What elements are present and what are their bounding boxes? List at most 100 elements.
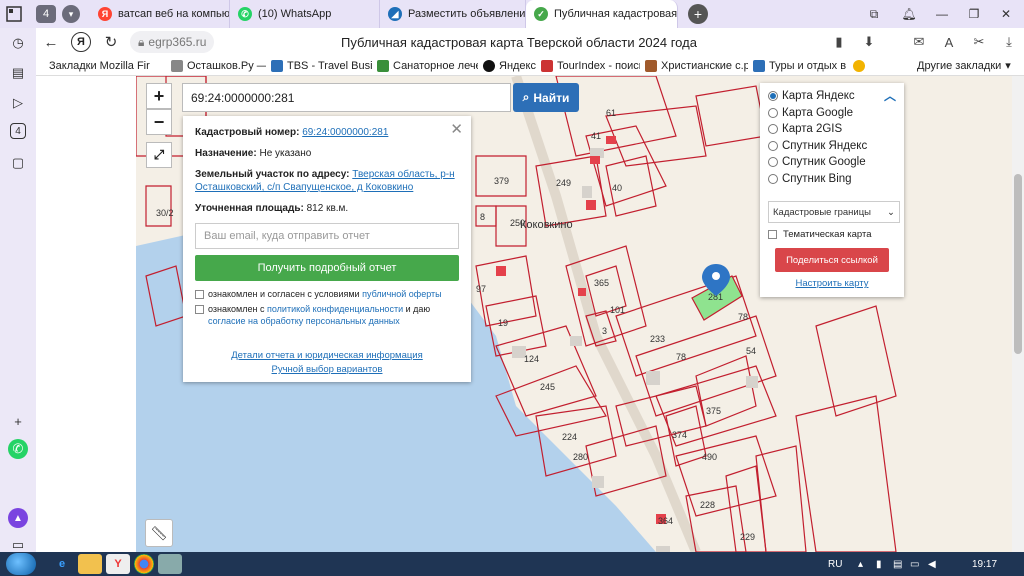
find-button[interactable]: ⌕ Найти (513, 83, 579, 112)
thematic-map-checkbox[interactable]: Тематическая карта (768, 229, 896, 240)
clock[interactable]: 19:17 (972, 552, 997, 576)
collections-icon[interactable]: ⧉ (858, 0, 890, 28)
bookmark-item[interactable]: Туры и отдых в Т (748, 59, 848, 72)
other-bookmarks[interactable]: Другие закладки ▾ (912, 59, 1016, 73)
file-explorer-icon[interactable] (78, 554, 102, 574)
personal-data-link[interactable]: согласие на обработку персональных данны… (208, 316, 400, 326)
tab-yandex-search[interactable]: Я ватсап веб на компьютере (90, 0, 230, 28)
layer-option-bing-satellite[interactable]: Спутник Bing (768, 171, 896, 188)
tabs-count-icon[interactable]: 4 (10, 123, 26, 139)
layer-option-google-satellite[interactable]: Спутник Google (768, 154, 896, 171)
chevron-down-icon[interactable]: ▾ (62, 5, 80, 23)
configure-map-link[interactable]: Настроить карту (768, 278, 896, 289)
download-arrow-icon[interactable]: ⬇ (854, 28, 884, 56)
cadastral-search-input[interactable] (182, 83, 511, 112)
screenshot-icon[interactable]: ✂ (964, 28, 994, 56)
power-icon[interactable]: ▭ (910, 552, 919, 576)
tab-cadastral-map[interactable]: ✓ Публичная кадастровая ✕ (526, 0, 678, 28)
start-button[interactable] (6, 553, 36, 575)
tab-label: Разместить объявление о (408, 8, 526, 20)
share-link-button[interactable]: Поделиться ссылкой (775, 248, 889, 272)
radio[interactable] (768, 107, 778, 118)
bookmark-item[interactable]: TBS - Travel Busin (266, 59, 372, 72)
radio[interactable] (768, 157, 778, 168)
offer-consent-checkbox[interactable]: ознакомлен и согласен с условиями публич… (195, 288, 459, 300)
tab-counter[interactable]: 4 (36, 5, 56, 23)
back-arrow-icon[interactable]: ← (36, 28, 66, 56)
privacy-consent-checkbox[interactable]: ознакомлен с политикой конфиденциальност… (195, 303, 459, 327)
privacy-link[interactable]: политикой конфиденциальности (267, 304, 403, 314)
bell-icon[interactable]: 🔔︎ (893, 0, 925, 28)
alice-icon[interactable]: ▲ (8, 508, 28, 528)
radio[interactable] (768, 140, 778, 151)
zoom-in-button[interactable]: + (146, 83, 172, 109)
cadastral-number-row: Кадастровый номер: 69:24:0000000:281 (195, 127, 389, 138)
sun-icon (853, 59, 865, 72)
app-window-icon[interactable] (158, 554, 182, 574)
layer-option-yandex-map[interactable]: Карта Яндекс (768, 88, 896, 105)
network-icon[interactable]: ▤ (893, 552, 902, 576)
page-scrollbar[interactable] (1012, 76, 1024, 552)
downloads-icon[interactable]: ⤓ (994, 28, 1024, 56)
chrome-icon[interactable] (134, 554, 154, 574)
bookmark-item[interactable]: Осташков.Ру — о (166, 59, 266, 72)
layer-option-google-map[interactable]: Карта Google (768, 105, 896, 122)
reload-icon[interactable]: ↻ (96, 28, 126, 56)
radio[interactable] (768, 91, 778, 102)
ruler-icon[interactable]: 📏︎ (145, 519, 173, 547)
bookmark-icon[interactable]: ▮ (824, 28, 854, 56)
offer-link[interactable]: публичной оферты (362, 289, 442, 299)
bookmark-item[interactable]: Закладки Mozilla Fir (44, 60, 166, 72)
scrollbar-thumb[interactable] (1014, 174, 1022, 354)
bookmark-item[interactable]: Санаторное лечен (372, 59, 478, 72)
avito-icon: ◢ (388, 7, 402, 21)
url-field[interactable]: 🔒︎ egrp365.ru (130, 31, 214, 53)
tab-label: Публичная кадастровая (554, 8, 678, 20)
tab-avito[interactable]: ◢ Разместить объявление о (380, 0, 526, 28)
close-window-icon[interactable]: ✕ (990, 0, 1022, 28)
get-report-button[interactable]: Получить подробный отчет (195, 255, 459, 281)
minimize-icon[interactable]: — (926, 0, 958, 28)
internet-explorer-icon[interactable]: e (50, 554, 74, 574)
bookmark-item[interactable]: Яндекс (478, 59, 536, 72)
zoom-out-button[interactable]: − (146, 109, 172, 135)
close-icon[interactable]: ✕ (450, 120, 463, 138)
checkbox[interactable] (195, 290, 204, 299)
radio[interactable] (768, 124, 778, 135)
volume-icon[interactable]: ◀ (928, 552, 936, 576)
chevron-up-icon[interactable]: ︿ (884, 87, 896, 104)
tray-app-icon[interactable]: ▮ (876, 552, 882, 576)
translate-icon[interactable]: A (934, 28, 964, 56)
radio[interactable] (768, 173, 778, 184)
report-details-link[interactable]: Детали отчета и юридическая информация (195, 349, 459, 363)
add-icon[interactable]: + (8, 411, 28, 431)
collections-icon[interactable]: ▤ (8, 63, 28, 83)
restore-icon[interactable]: ❐ (958, 0, 990, 28)
tab-label: (10) WhatsApp (258, 8, 332, 20)
checkbox[interactable] (768, 230, 777, 239)
bookmark-item[interactable]: TourIndex - поиск (536, 59, 640, 72)
cadastral-number-link[interactable]: 69:24:0000000:281 (302, 127, 388, 138)
bookmark-item[interactable]: Христианские с.р (640, 59, 748, 72)
manual-choice-link[interactable]: Ручной выбор вариантов (195, 363, 459, 377)
show-hidden-icons-icon[interactable]: ▴ (858, 552, 863, 576)
boundaries-select[interactable]: Кадастровые границы ⌄ (768, 201, 900, 223)
whatsapp-icon[interactable]: ✆ (8, 439, 28, 459)
messenger-icon[interactable]: ▢ (8, 153, 28, 173)
play-icon[interactable]: ▷ (8, 93, 28, 113)
checkbox[interactable] (195, 305, 204, 314)
bookmark-item[interactable] (848, 59, 872, 72)
parcel-label: 78 (738, 312, 748, 322)
yandex-browser-icon[interactable]: Y (106, 554, 130, 574)
parcel-label: 374 (672, 430, 687, 440)
history-icon[interactable]: ◷ (8, 33, 28, 53)
mail-icon[interactable]: ✉ (904, 28, 934, 56)
language-indicator[interactable]: RU (828, 552, 842, 576)
yandex-icon[interactable]: Я (71, 32, 91, 52)
new-tab-button[interactable]: + (688, 4, 708, 24)
email-field[interactable]: Ваш email, куда отправить отчет (195, 223, 459, 249)
fullscreen-icon[interactable]: ⤢ (146, 142, 172, 168)
tab-whatsapp[interactable]: ✆ (10) WhatsApp (230, 0, 380, 28)
layer-option-yandex-satellite[interactable]: Спутник Яндекс (768, 138, 896, 155)
layer-option-2gis-map[interactable]: Карта 2GIS (768, 121, 896, 138)
